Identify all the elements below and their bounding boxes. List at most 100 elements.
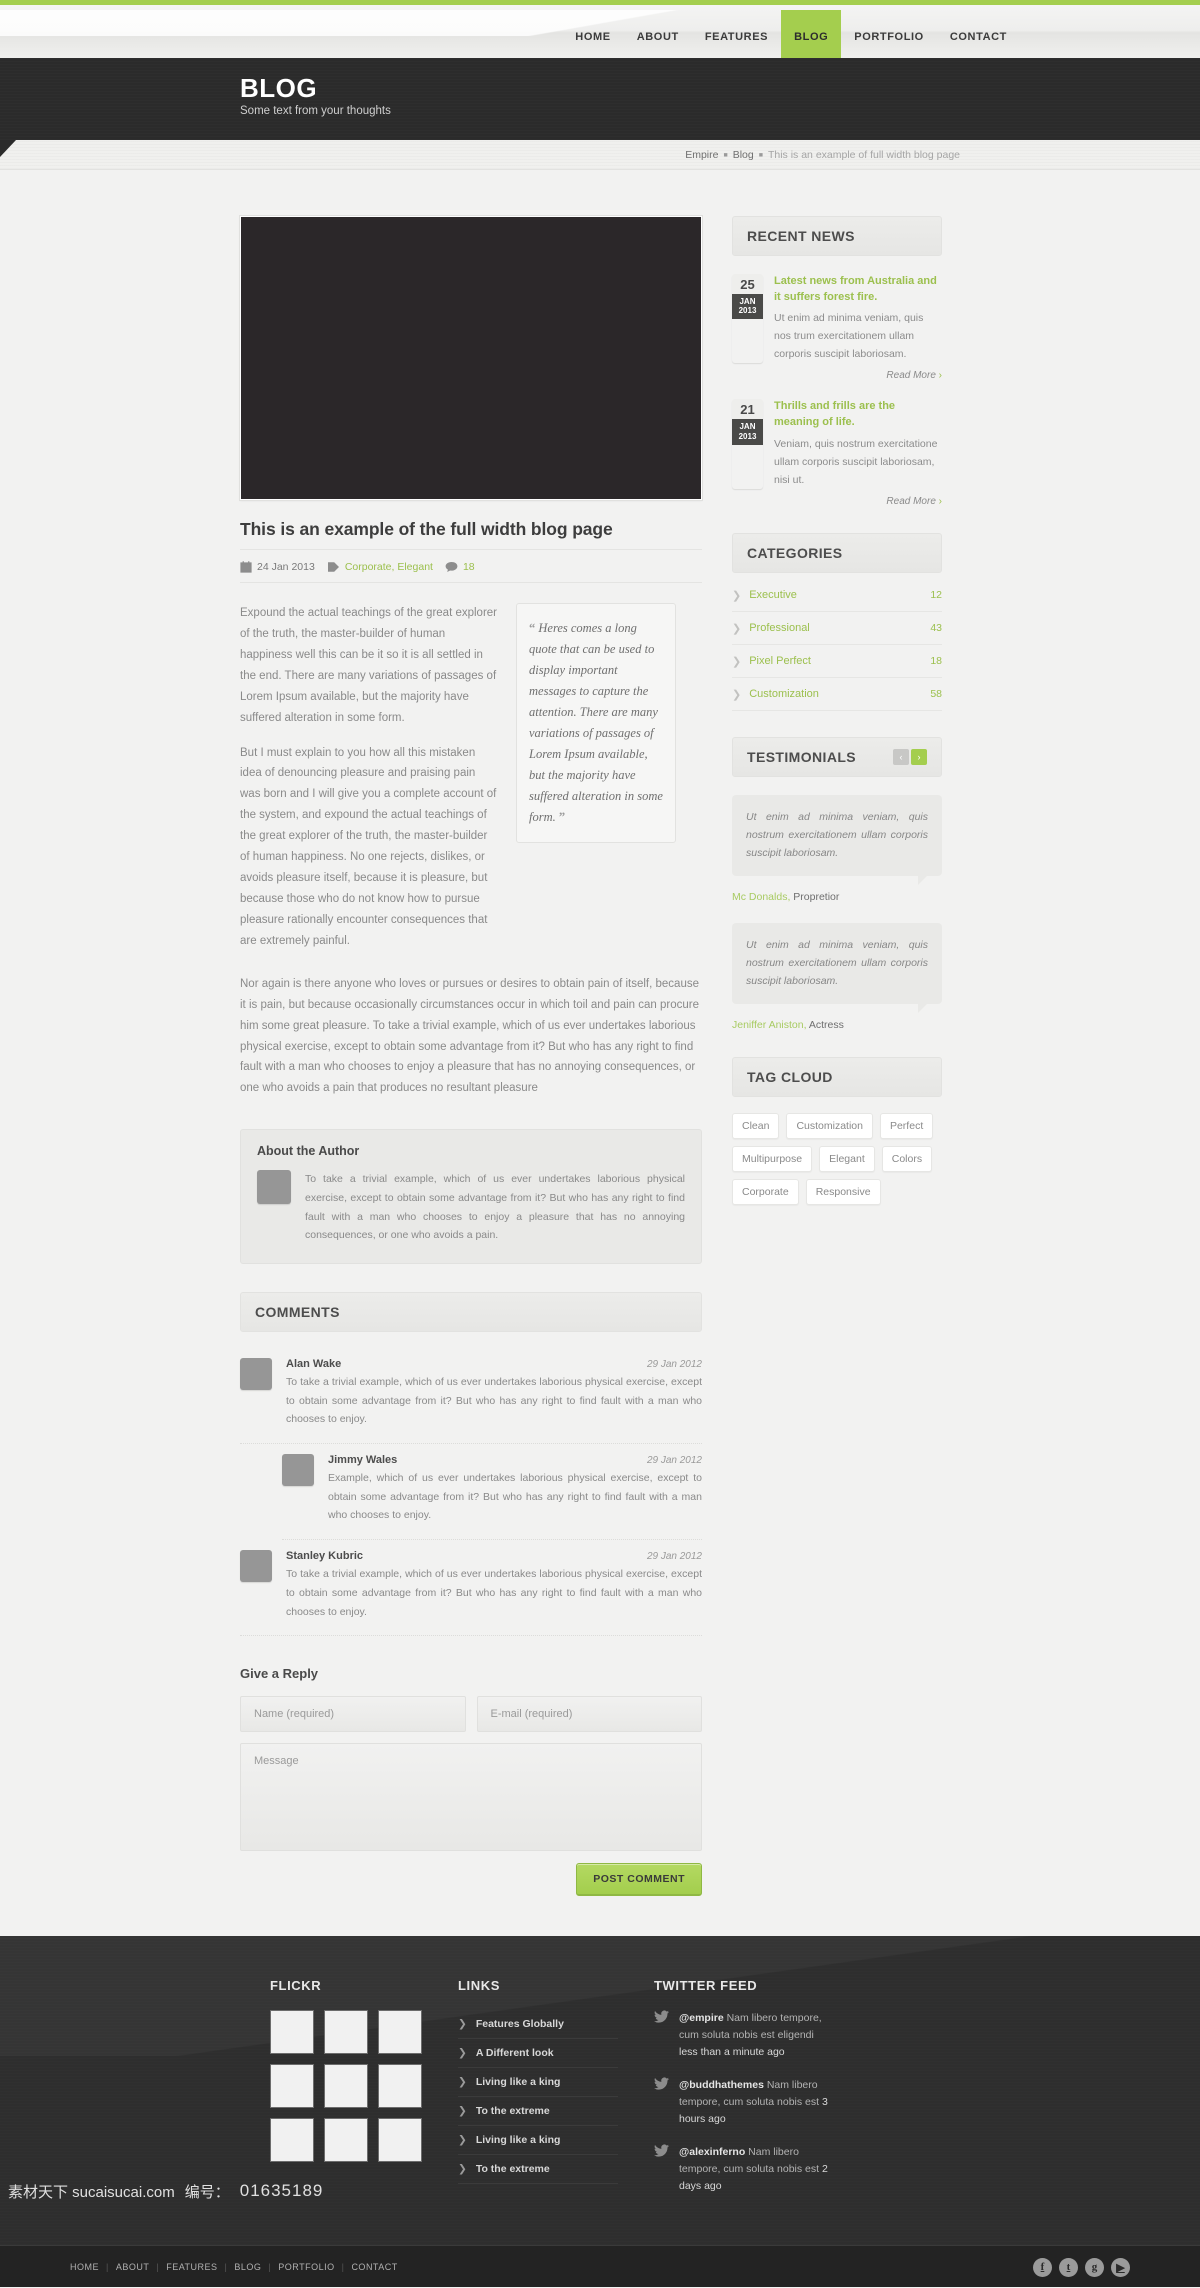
- footer-twitter-heading: TWITTER FEED: [654, 1978, 758, 1994]
- nav-item-portfolio[interactable]: PORTFOLIO: [841, 10, 937, 58]
- footer-flickr-widget: FLICKR: [270, 1978, 422, 2211]
- footer-nav-item-portfolio[interactable]: PORTFOLIO: [278, 2262, 334, 2272]
- footer-link-item[interactable]: ❯ To the extreme: [458, 2155, 618, 2185]
- footer-nav-separator: |: [224, 2262, 228, 2273]
- testimonial-author: Mc Donalds, Propretior: [732, 891, 942, 903]
- tweet-item: @alexinferno Nam libero tempore, cum sol…: [654, 2144, 829, 2195]
- widget-testimonials: TESTIMONIALS ‹ › Ut enim ad minima venia…: [732, 736, 942, 1031]
- tag-item[interactable]: Customization: [786, 1113, 873, 1139]
- footer-link-item[interactable]: ❯ A Different look: [458, 2039, 618, 2069]
- testimonial-author: Jeniffer Aniston, Actress: [732, 1019, 942, 1031]
- post-tags: Corporate, Elegant: [327, 561, 433, 573]
- testimonials-prev-button[interactable]: ‹: [893, 748, 909, 765]
- footer-nav-item-contact[interactable]: CONTACT: [351, 2262, 397, 2272]
- category-item[interactable]: ❯ Pixel Perfect 18: [732, 645, 942, 678]
- news-title[interactable]: Thrills and frills are the meaning of li…: [774, 399, 942, 430]
- breadcrumb-bar: Empire ■ Blog ■ This is an example of fu…: [0, 140, 1200, 170]
- post-pullquote: “ Heres comes a long quote that can be u…: [516, 603, 676, 843]
- news-month-year: JAN 2013: [732, 419, 763, 445]
- footer-links-heading: LINKS: [458, 1978, 500, 1994]
- tag-item[interactable]: Responsive: [805, 1179, 881, 1205]
- flickr-thumbnail[interactable]: [270, 2064, 314, 2109]
- news-excerpt: Veniam, quis nostrum exercitatione ullam…: [774, 437, 938, 486]
- breadcrumb-pointer-icon: [0, 140, 16, 157]
- commenter-name: Jimmy Wales: [328, 1454, 398, 1467]
- comment-item: Jimmy Wales 29 Jan 2012 Example, which o…: [282, 1444, 702, 1541]
- post-comment-count-text: 18: [462, 561, 475, 573]
- flickr-thumbnail[interactable]: [378, 2064, 422, 2109]
- chevron-right-icon: ❯: [732, 622, 742, 635]
- flickr-thumbnail[interactable]: [324, 2010, 368, 2055]
- category-item[interactable]: ❯ Professional 43: [732, 612, 942, 645]
- flickr-thumbnail[interactable]: [270, 2010, 314, 2055]
- comment-text: To take a trivial example, which of us e…: [286, 1376, 702, 1426]
- footer-link-item[interactable]: ❯ Living like a king: [458, 2068, 618, 2098]
- footer-link-item[interactable]: ❯ To the extreme: [458, 2097, 618, 2127]
- nav-item-contact[interactable]: CONTACT: [937, 10, 1020, 58]
- chevron-right-icon: ❯: [458, 2163, 467, 2176]
- flickr-thumbnail[interactable]: [378, 2010, 422, 2055]
- nav-item-about[interactable]: ABOUT: [624, 10, 692, 58]
- category-item[interactable]: ❯ Executive 12: [732, 579, 942, 612]
- twitter-icon[interactable]: t: [1059, 2257, 1078, 2277]
- reply-message-input[interactable]: [240, 1743, 702, 1852]
- nav-item-features[interactable]: FEATURES: [692, 10, 781, 58]
- facebook-icon[interactable]: f: [1033, 2257, 1052, 2277]
- news-read-more[interactable]: Read More ›: [732, 370, 942, 381]
- category-list: ❯ Executive 12 ❯ Professional 43 ❯ Pixel…: [732, 579, 942, 711]
- google-plus-icon[interactable]: g: [1085, 2257, 1104, 2277]
- footer-nav-item-about[interactable]: ABOUT: [116, 2262, 150, 2272]
- post-tags-text[interactable]: Corporate, Elegant: [345, 561, 433, 573]
- site-footer: FLICKR LINKS ❯ Features Globally ❯ A Dif…: [0, 1936, 1200, 2246]
- testimonial-quote: Ut enim ad minima veniam, quis nostrum e…: [732, 922, 942, 1014]
- nav-item-home[interactable]: HOME: [562, 10, 623, 58]
- comments-heading: COMMENTS: [255, 1304, 340, 1321]
- nav-item-blog[interactable]: BLOG: [781, 10, 842, 58]
- youtube-icon[interactable]: ▶: [1111, 2257, 1130, 2277]
- category-label: Professional: [749, 622, 810, 635]
- news-excerpt: Ut enim ad minima veniam, quis nos trum …: [774, 312, 924, 361]
- footer-nav-item-home[interactable]: HOME: [70, 2262, 99, 2272]
- tag-item[interactable]: Colors: [881, 1146, 933, 1172]
- recent-news-heading-bar: RECENT NEWS: [732, 216, 942, 256]
- widget-categories: CATEGORIES ❯ Executive 12 ❯ Professional…: [732, 532, 942, 711]
- chevron-right-icon: ❯: [458, 2076, 467, 2089]
- tag-item[interactable]: Perfect: [879, 1113, 934, 1139]
- flickr-thumbnail[interactable]: [324, 2118, 368, 2163]
- reply-name-input[interactable]: [240, 1696, 466, 1733]
- tag-cloud-heading: TAG CLOUD: [747, 1069, 833, 1085]
- testimonials-nav: ‹ ›: [893, 748, 927, 765]
- commenter-avatar: [282, 1454, 314, 1487]
- testimonials-next-button[interactable]: ›: [911, 748, 927, 765]
- post-date-text: 24 Jan 2013: [257, 561, 315, 573]
- footer-link-item[interactable]: ❯ Living like a king: [458, 2126, 618, 2156]
- recent-news-entry: 25 JAN 2013 Latest news from Australia an…: [732, 256, 942, 381]
- breadcrumb-section[interactable]: Blog: [733, 149, 754, 161]
- about-the-author-box: About the Author To take a trivial examp…: [240, 1129, 702, 1265]
- tag-item[interactable]: Corporate: [732, 1179, 799, 1205]
- footer-nav-item-features[interactable]: FEATURES: [166, 2262, 217, 2272]
- comment-date: 29 Jan 2012: [646, 1551, 702, 1563]
- testimonial-author-role: Actress: [808, 1019, 844, 1031]
- flickr-thumbnail[interactable]: [378, 2118, 422, 2163]
- category-item[interactable]: ❯ Customization 58: [732, 678, 942, 711]
- flickr-thumbnail[interactable]: [270, 2118, 314, 2163]
- breadcrumb-root[interactable]: Empire: [685, 149, 718, 161]
- post-pullquote-text: Heres comes a long quote that can be use…: [529, 621, 663, 824]
- social-links: f t g ▶: [1033, 2257, 1130, 2277]
- news-read-more[interactable]: Read More ›: [732, 496, 942, 507]
- tag-item[interactable]: Elegant: [819, 1146, 875, 1172]
- post-comment-button[interactable]: POST COMMENT: [576, 1863, 702, 1897]
- footer-bottom-bar: HOME | ABOUT | FEATURES | BLOG | PORTFOLIO | CONTA…: [0, 2245, 1200, 2288]
- about-the-author-heading: About the Author: [257, 1144, 360, 1159]
- tag-item[interactable]: Multipurpose: [732, 1146, 813, 1172]
- quote-close-icon: ”: [558, 810, 566, 824]
- footer-link-label: A Different look: [475, 2047, 554, 2060]
- footer-link-item[interactable]: ❯ Features Globally: [458, 2010, 618, 2040]
- reply-email-input[interactable]: [476, 1696, 702, 1733]
- news-title[interactable]: Latest news from Australia and it suffer…: [774, 274, 942, 305]
- tag-item[interactable]: Clean: [732, 1113, 780, 1139]
- twitter-bird-icon: [654, 2077, 670, 2128]
- footer-nav-item-blog[interactable]: BLOG: [234, 2262, 261, 2272]
- flickr-thumbnail[interactable]: [324, 2064, 368, 2109]
